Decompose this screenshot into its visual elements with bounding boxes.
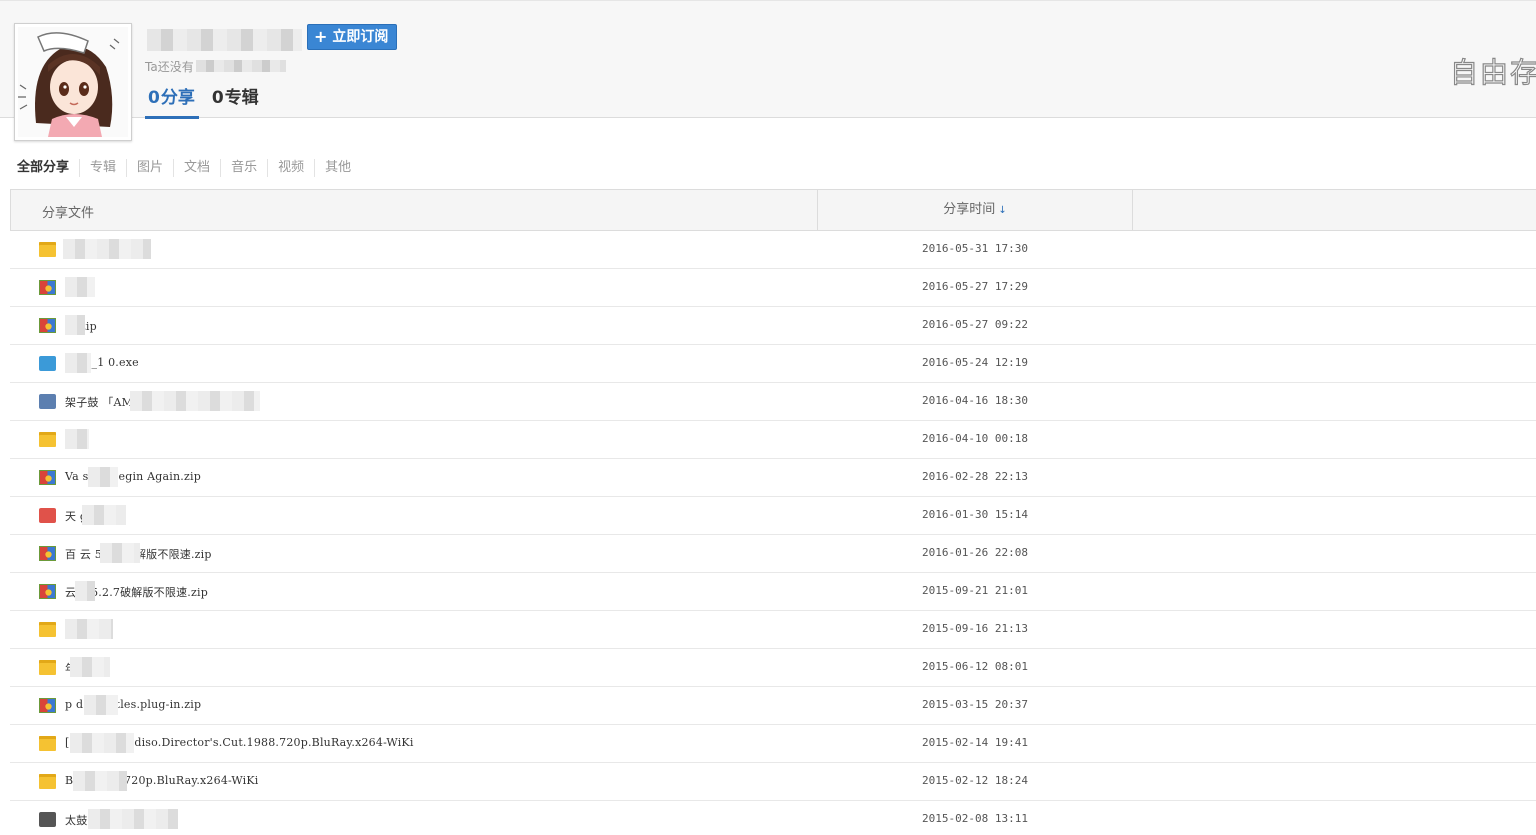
file-name-redacted (65, 619, 113, 639)
tab-albums-count[interactable]: 0专辑 (209, 85, 263, 119)
file-name-redacted (130, 391, 260, 411)
share-time: 2015-03-15 20:37 (922, 698, 1028, 711)
table-row[interactable]: [ nema.Paradiso.Director's.Cut.1988.720p… (10, 725, 1536, 763)
file-name-redacted (75, 581, 95, 601)
table-row[interactable]: _x64_1 0.exe 2016-05-24 12:19 (10, 345, 1536, 383)
zip-icon (39, 470, 56, 485)
folder-icon (39, 432, 56, 447)
table-row[interactable]: B .6.2014.720p.BluRay.x264-WiKi 2015-02-1… (10, 763, 1536, 801)
folder-icon (39, 774, 56, 789)
file-name-redacted (65, 315, 85, 335)
tab-videos[interactable]: 视频 (267, 159, 314, 177)
image-icon (39, 508, 56, 523)
file-name-redacted (88, 809, 178, 829)
tab-documents[interactable]: 文档 (173, 159, 220, 177)
profile-header: + 立即订阅 Ta还没有 0分享 0专辑 自由存 (0, 0, 1536, 141)
share-time: 2016-05-27 09:22 (922, 318, 1028, 331)
table-row[interactable]: 年2015-06-12 08:01 (10, 649, 1536, 687)
zip-icon (39, 546, 56, 561)
table-row[interactable]: 2016-05-27 17:29 (10, 269, 1536, 307)
shares-label: 分享 (160, 88, 195, 108)
share-time: 2015-06-12 08:01 (922, 660, 1028, 673)
table-row[interactable]: 章.zip2016-05-27 09:22 (10, 307, 1536, 345)
share-time: 2016-02-28 22:13 (922, 470, 1028, 483)
file-name-redacted (100, 543, 140, 563)
tab-shares-count[interactable]: 0分享 (145, 85, 199, 119)
table-row[interactable]: 云 云5.2.7破解版不限速.zip 2015-09-21 21:01 (10, 573, 1536, 611)
zip-icon (39, 280, 56, 295)
subscribe-label: 立即订阅 (332, 29, 389, 45)
profile-stats: 0分享 0专辑 (145, 85, 273, 119)
category-tabs: 全部分享 专辑 图片 文档 音乐 视频 其他 (16, 159, 361, 177)
table-row[interactable]: 架子鼓 「AMI」 Butt 田光司.flv2016-04-16 18:30 (10, 383, 1536, 421)
signature-redacted (195, 60, 286, 72)
tab-music[interactable]: 音乐 (220, 159, 267, 177)
share-file-table: 分享文件 分享时间 ↓ 2016-05-31 17:30 2016-05-27 17… (10, 189, 1536, 835)
share-time: 2016-05-31 17:30 (922, 242, 1028, 255)
table-row[interactable]: 天 g 2016-01-30 15:14 (10, 497, 1536, 535)
watermark-text: 自由存 (1452, 55, 1536, 89)
avatar[interactable] (14, 23, 132, 141)
share-time: 2016-01-26 22:08 (922, 546, 1028, 559)
share-time: 2016-04-16 18:30 (922, 394, 1028, 407)
albums-count: 0 (211, 88, 224, 108)
plus-icon: + (314, 27, 328, 46)
ipa-icon (39, 812, 56, 827)
sort-desc-icon: ↓ (998, 205, 1007, 216)
column-header-time[interactable]: 分享时间 ↓ (817, 190, 1133, 230)
file-name-redacted (65, 429, 89, 449)
signature: Ta还没有 (145, 58, 286, 74)
table-row[interactable]: 2016-05-31 17:30 (10, 231, 1536, 269)
file-name-redacted (88, 467, 118, 487)
avatar-image (18, 27, 128, 137)
folder-icon (39, 660, 56, 675)
signature-text: Ta还没有 (145, 59, 194, 74)
column-header-time-label: 分享时间 (943, 202, 996, 217)
zip-icon (39, 318, 56, 333)
file-name-redacted (70, 657, 110, 677)
file-name-redacted (63, 239, 151, 259)
column-header-file: 分享文件 (42, 206, 95, 221)
share-time: 2016-04-10 00:18 (922, 432, 1028, 445)
folder-icon (39, 242, 56, 257)
file-name-redacted (73, 771, 127, 791)
table-row[interactable]: Va sts - Begin Again.zip 2016-02-28 22:13 (10, 459, 1536, 497)
username-redacted (147, 29, 302, 51)
tab-albums[interactable]: 专辑 (79, 159, 126, 177)
tab-images[interactable]: 图片 (126, 159, 173, 177)
file-name-redacted (84, 695, 118, 715)
folder-icon (39, 622, 56, 637)
file-name-redacted (70, 733, 134, 753)
watermark-logo: 自由存 (1452, 49, 1536, 89)
shares-count: 0 (148, 88, 160, 108)
tab-other[interactable]: 其他 (314, 159, 361, 177)
file-name-redacted (65, 277, 95, 297)
table-header: 分享文件 分享时间 ↓ (10, 189, 1536, 231)
share-time: 2016-05-27 17:29 (922, 280, 1028, 293)
video-icon (39, 394, 56, 409)
table-row[interactable]: 太鼓 ipa 2015-02-08 13:11 (10, 801, 1536, 835)
table-row[interactable]: 模板2016-04-10 00:18 (10, 421, 1536, 459)
folder-icon (39, 736, 56, 751)
share-time: 2016-05-24 12:19 (922, 356, 1028, 369)
exe-icon (39, 356, 56, 371)
table-row[interactable]: p d.subtitles.plug-in.zip 2015-03-15 20:3… (10, 687, 1536, 725)
albums-label: 专辑 (224, 88, 259, 108)
zip-icon (39, 584, 56, 599)
share-time: 2015-02-08 13:11 (922, 812, 1028, 825)
file-name-link[interactable]: Va sts - Begin Again.zip (65, 470, 201, 483)
table-row[interactable]: 2015-09-16 21:13 (10, 611, 1536, 649)
share-time: 2015-02-12 18:24 (922, 774, 1028, 787)
tab-all-shares[interactable]: 全部分享 (16, 159, 79, 177)
file-name-redacted (82, 505, 126, 525)
share-time: 2015-09-16 21:13 (922, 622, 1028, 635)
table-body: 2016-05-31 17:30 2016-05-27 17:29 章.zip201… (10, 231, 1536, 835)
share-time: 2015-02-14 19:41 (922, 736, 1028, 749)
share-time: 2016-01-30 15:14 (922, 508, 1028, 521)
table-row[interactable]: 百 云 5.2.7破解版不限速.zip 2016-01-26 22:08 (10, 535, 1536, 573)
share-time: 2015-09-21 21:01 (922, 584, 1028, 597)
file-name-redacted (65, 353, 91, 373)
subscribe-button[interactable]: + 立即订阅 (307, 24, 398, 50)
zip-icon (39, 698, 56, 713)
